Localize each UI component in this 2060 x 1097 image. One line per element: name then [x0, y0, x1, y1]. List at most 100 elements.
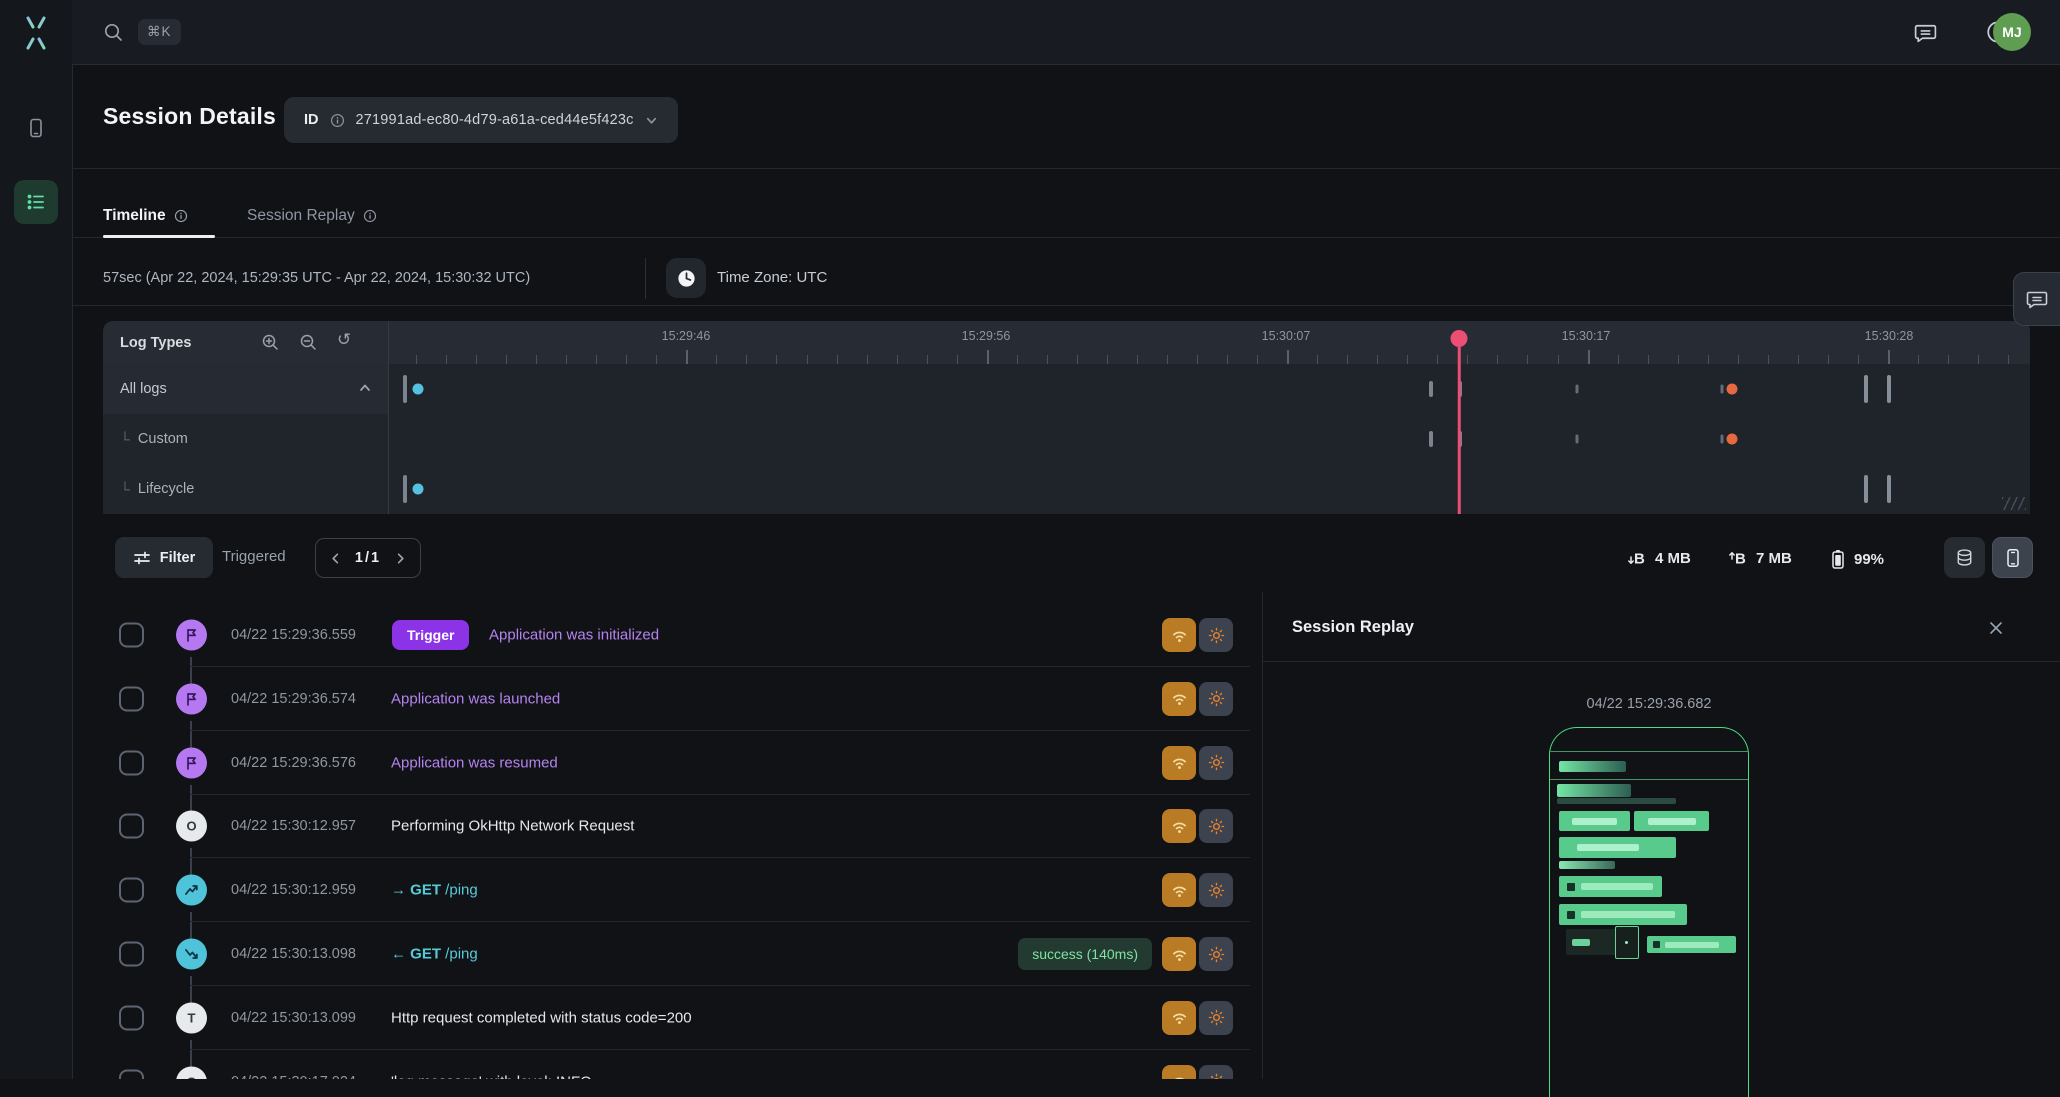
log-title: Application was initialized	[489, 627, 659, 644]
info-icon	[330, 113, 345, 128]
next-page-button[interactable]	[394, 552, 407, 565]
sidebar-item-devices[interactable]	[14, 106, 58, 150]
log-row[interactable]: O04/22 15:30:17.024'log message' with le…	[103, 1050, 1262, 1079]
filter-label: Filter	[160, 550, 195, 566]
trend-up-icon	[184, 883, 199, 898]
tab-timeline[interactable]: Timeline	[103, 196, 188, 236]
network-details-button[interactable]	[1162, 1001, 1196, 1035]
log-details-button[interactable]	[1199, 809, 1233, 843]
ruler-tick	[1527, 355, 1528, 364]
T-icon: T	[176, 1002, 207, 1033]
log-checkbox[interactable]	[119, 1005, 144, 1030]
timezone-button[interactable]	[666, 258, 706, 298]
trigger-badge: Trigger	[392, 620, 469, 650]
log-row[interactable]: 04/22 15:29:36.576Application was resume…	[103, 731, 1262, 795]
log-row[interactable]: 04/22 15:29:36.574Application was launch…	[103, 667, 1262, 731]
resize-grip[interactable]	[2002, 497, 2026, 510]
wireframe-button	[1559, 811, 1630, 831]
log-row[interactable]: O04/22 15:30:12.957Performing OkHttp Net…	[103, 794, 1262, 858]
log-checkbox[interactable]	[119, 814, 144, 839]
zoom-out-button[interactable]	[299, 333, 317, 351]
timeline-mark-tick-sm	[1576, 385, 1579, 394]
meta-bottom-divider	[72, 305, 2060, 306]
sidebar-item-sessions-active[interactable]	[14, 180, 58, 224]
avatar[interactable]: MJ	[1993, 13, 2031, 51]
log-timestamp: 04/22 15:30:13.099	[231, 1010, 356, 1026]
network-details-button[interactable]	[1162, 937, 1196, 971]
tab-session-replay-label: Session Replay	[247, 207, 355, 225]
timeline-mark-tick-md	[1429, 431, 1433, 447]
flag-icon	[176, 620, 207, 651]
zoom-in-button[interactable]	[261, 333, 279, 351]
pagination: 1/1	[315, 538, 421, 578]
log-details-button[interactable]	[1199, 1001, 1233, 1035]
replay-phone-frame	[1549, 727, 1749, 1097]
log-checkbox[interactable]	[119, 623, 144, 648]
log-checkbox[interactable]	[119, 750, 144, 775]
log-checkbox[interactable]	[119, 942, 144, 967]
network-details-button[interactable]	[1162, 746, 1196, 780]
log-details-button[interactable]	[1199, 1065, 1233, 1079]
meta-divider	[645, 258, 646, 299]
log-row[interactable]: 04/22 15:29:36.559TriggerApplication was…	[103, 603, 1262, 667]
brand-logo[interactable]	[15, 12, 57, 54]
row-label: Custom	[138, 431, 188, 447]
log-row[interactable]: 04/22 15:30:13.098← GET /pingsuccess (14…	[103, 922, 1262, 986]
reset-zoom-button[interactable]: ↺	[337, 330, 351, 350]
log-checkbox[interactable]	[119, 1069, 144, 1079]
prev-page-button[interactable]	[329, 552, 342, 565]
trend-down-icon	[184, 947, 199, 962]
log-timestamp: 04/22 15:30:12.959	[231, 882, 356, 898]
ruler-tick	[1107, 355, 1108, 364]
log-types-title: Log Types	[120, 335, 191, 351]
log-details-button[interactable]	[1199, 618, 1233, 652]
filter-button[interactable]: Filter	[115, 537, 213, 578]
timeline-chart[interactable]: 15:29:4615:29:5615:30:0715:30:1715:30:28	[388, 321, 2030, 514]
tick-label: 15:30:17	[1562, 329, 1611, 343]
ruler-tick	[1377, 355, 1378, 364]
ruler-tick	[656, 355, 657, 364]
mobile-device-icon	[2003, 548, 2023, 568]
timeline-row-lifecycle[interactable]: └ Lifecycle	[103, 464, 388, 514]
ruler-tick	[1618, 355, 1619, 364]
log-details-button[interactable]	[1199, 873, 1233, 907]
network-details-button[interactable]	[1162, 809, 1196, 843]
log-title: → GET /ping	[391, 882, 478, 899]
device-view-button-active[interactable]	[1992, 537, 2033, 578]
timeline-mark-tick-sm	[1721, 385, 1724, 394]
support-chat-tab[interactable]	[2013, 272, 2060, 326]
network-details-button[interactable]	[1162, 1065, 1196, 1079]
feedback-button[interactable]	[1911, 18, 1939, 46]
search-input[interactable]: ⌘K	[103, 14, 181, 50]
ruler-tick	[1467, 355, 1468, 364]
log-details-button[interactable]	[1199, 937, 1233, 971]
log-details-button[interactable]	[1199, 746, 1233, 780]
log-row[interactable]: 04/22 15:30:12.959 → GET /ping	[103, 858, 1262, 922]
tab-session-replay[interactable]: Session Replay	[247, 196, 377, 236]
log-title: Performing OkHttp Network Request	[391, 818, 634, 835]
timeline-row-custom[interactable]: └ Custom	[103, 414, 388, 465]
network-details-button[interactable]	[1162, 682, 1196, 716]
timeline-row-all-logs[interactable]: All logs	[103, 364, 388, 415]
info-icon	[363, 209, 377, 223]
log-checkbox[interactable]	[119, 878, 144, 903]
playhead-handle[interactable]	[1451, 330, 1468, 347]
sun-icon	[1208, 627, 1225, 644]
log-details-button[interactable]	[1199, 682, 1233, 716]
network-details-button[interactable]	[1162, 873, 1196, 907]
wireframe-row	[1559, 904, 1687, 925]
log-checkbox[interactable]	[119, 686, 144, 711]
close-replay-button[interactable]	[1984, 616, 2008, 640]
session-id-dropdown[interactable]: ID 271991ad-ec80-4d79-a61a-ced44e5f423c	[284, 97, 678, 143]
log-row[interactable]: T04/22 15:30:13.099Http request complete…	[103, 986, 1262, 1050]
storage-view-button[interactable]	[1944, 537, 1985, 578]
network-details-button[interactable]	[1162, 618, 1196, 652]
chat-bubble-icon	[2025, 287, 2049, 311]
ruler-tick	[1227, 355, 1228, 364]
ruler-tick	[837, 355, 838, 364]
chevron-up-icon[interactable]	[358, 381, 372, 395]
timeline-mark-tick-sm	[1576, 435, 1579, 444]
wireframe-row	[1559, 876, 1662, 897]
wireframe-block	[1557, 798, 1676, 804]
log-timestamp: 04/22 15:30:17.024	[231, 1074, 356, 1079]
